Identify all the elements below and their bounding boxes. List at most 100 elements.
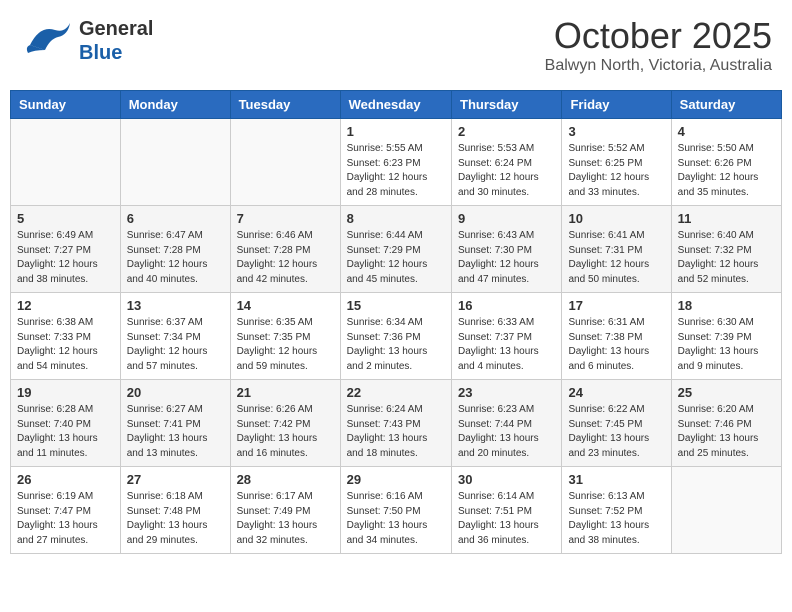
day-info: Sunrise: 5:55 AM Sunset: 6:23 PM Dayligh… — [347, 142, 445, 200]
calendar-header-row: SundayMondayTuesdayWednesdayThursdayFrid… — [11, 91, 782, 119]
calendar-cell: 18 Sunrise: 6:30 AM Sunset: 7:39 PM Dayli… — [671, 293, 781, 380]
calendar-cell: 11Sunrise: 6:40 AM Sunset: 7:32 PM Dayli… — [671, 206, 781, 293]
day-info: Sunrise: 6:17 AM Sunset: 7:49 PM Dayligh… — [237, 490, 334, 548]
calendar-cell: 26 Sunrise: 6:19 AM Sunset: 7:47 PM Dayli… — [11, 467, 121, 554]
day-number: 11 — [678, 211, 775, 226]
day-number: 20 — [127, 385, 224, 400]
day-info: Sunrise: 6:43 AM Sunset: 7:30 PM Dayligh… — [458, 229, 555, 287]
logo: General Blue — [20, 15, 153, 67]
day-number: 13 — [127, 298, 224, 313]
day-number: 19 — [17, 385, 114, 400]
calendar-cell: 6 Sunrise: 6:47 AM Sunset: 7:28 PM Daylig… — [120, 206, 230, 293]
calendar-week-row: 5 Sunrise: 6:49 AM Sunset: 7:27 PM Daylig… — [11, 206, 782, 293]
calendar-cell: 5 Sunrise: 6:49 AM Sunset: 7:27 PM Daylig… — [11, 206, 121, 293]
calendar-cell — [11, 119, 121, 206]
day-info: Sunrise: 6:16 AM Sunset: 7:50 PM Dayligh… — [347, 490, 445, 548]
calendar-cell — [120, 119, 230, 206]
day-number: 8 — [347, 211, 445, 226]
day-number: 1 — [347, 124, 445, 139]
day-info: Sunrise: 5:53 AM Sunset: 6:24 PM Dayligh… — [458, 142, 555, 200]
day-info: Sunrise: 6:31 AM Sunset: 7:38 PM Dayligh… — [568, 316, 664, 374]
logo-blue: Blue — [79, 42, 122, 64]
page-header: General Blue October 2025 Balwyn North, … — [10, 10, 782, 80]
day-number: 26 — [17, 472, 114, 487]
column-header-friday: Friday — [562, 91, 671, 119]
day-number: 4 — [678, 124, 775, 139]
day-info: Sunrise: 6:24 AM Sunset: 7:43 PM Dayligh… — [347, 403, 445, 461]
calendar-cell — [230, 119, 340, 206]
column-header-saturday: Saturday — [671, 91, 781, 119]
calendar-cell: 8 Sunrise: 6:44 AM Sunset: 7:29 PM Daylig… — [340, 206, 451, 293]
day-number: 27 — [127, 472, 224, 487]
calendar-cell: 9 Sunrise: 6:43 AM Sunset: 7:30 PM Daylig… — [452, 206, 562, 293]
calendar-cell: 21 Sunrise: 6:26 AM Sunset: 7:42 PM Dayli… — [230, 380, 340, 467]
day-info: Sunrise: 6:20 AM Sunset: 7:46 PM Dayligh… — [678, 403, 775, 461]
day-info: Sunrise: 6:41 AM Sunset: 7:31 PM Dayligh… — [568, 229, 664, 287]
calendar-cell: 2 Sunrise: 5:53 AM Sunset: 6:24 PM Daylig… — [452, 119, 562, 206]
day-number: 28 — [237, 472, 334, 487]
column-header-thursday: Thursday — [452, 91, 562, 119]
day-info: Sunrise: 6:38 AM Sunset: 7:33 PM Dayligh… — [17, 316, 114, 374]
day-number: 7 — [237, 211, 334, 226]
calendar-cell: 27 Sunrise: 6:18 AM Sunset: 7:48 PM Dayli… — [120, 467, 230, 554]
day-info: Sunrise: 5:50 AM Sunset: 6:26 PM Dayligh… — [678, 142, 775, 200]
day-info: Sunrise: 6:28 AM Sunset: 7:40 PM Dayligh… — [17, 403, 114, 461]
day-info: Sunrise: 6:33 AM Sunset: 7:37 PM Dayligh… — [458, 316, 555, 374]
column-header-wednesday: Wednesday — [340, 91, 451, 119]
calendar-cell: 19 Sunrise: 6:28 AM Sunset: 7:40 PM Dayli… — [11, 380, 121, 467]
day-number: 14 — [237, 298, 334, 313]
month-title: October 2025 — [545, 15, 772, 57]
day-number: 12 — [17, 298, 114, 313]
day-info: Sunrise: 5:52 AM Sunset: 6:25 PM Dayligh… — [568, 142, 664, 200]
logo-general: General — [79, 18, 153, 40]
location-subtitle: Balwyn North, Victoria, Australia — [545, 57, 772, 75]
day-info: Sunrise: 6:44 AM Sunset: 7:29 PM Dayligh… — [347, 229, 445, 287]
day-number: 3 — [568, 124, 664, 139]
day-number: 16 — [458, 298, 555, 313]
day-number: 10 — [568, 211, 664, 226]
day-number: 5 — [17, 211, 114, 226]
day-info: Sunrise: 6:23 AM Sunset: 7:44 PM Dayligh… — [458, 403, 555, 461]
calendar-week-row: 26 Sunrise: 6:19 AM Sunset: 7:47 PM Dayli… — [11, 467, 782, 554]
day-number: 17 — [568, 298, 664, 313]
day-number: 29 — [347, 472, 445, 487]
day-info: Sunrise: 6:49 AM Sunset: 7:27 PM Dayligh… — [17, 229, 114, 287]
day-number: 18 — [678, 298, 775, 313]
day-number: 6 — [127, 211, 224, 226]
calendar-cell: 1 Sunrise: 5:55 AM Sunset: 6:23 PM Daylig… — [340, 119, 451, 206]
calendar-cell: 3 Sunrise: 5:52 AM Sunset: 6:25 PM Daylig… — [562, 119, 671, 206]
day-info: Sunrise: 6:37 AM Sunset: 7:34 PM Dayligh… — [127, 316, 224, 374]
day-number: 22 — [347, 385, 445, 400]
calendar-cell: 31 Sunrise: 6:13 AM Sunset: 7:52 PM Dayli… — [562, 467, 671, 554]
day-number: 15 — [347, 298, 445, 313]
calendar-cell: 25Sunrise: 6:20 AM Sunset: 7:46 PM Dayli… — [671, 380, 781, 467]
column-header-sunday: Sunday — [11, 91, 121, 119]
day-info: Sunrise: 6:47 AM Sunset: 7:28 PM Dayligh… — [127, 229, 224, 287]
title-block: October 2025 Balwyn North, Victoria, Aus… — [545, 15, 772, 75]
day-info: Sunrise: 6:27 AM Sunset: 7:41 PM Dayligh… — [127, 403, 224, 461]
day-info: Sunrise: 6:34 AM Sunset: 7:36 PM Dayligh… — [347, 316, 445, 374]
calendar-cell: 12 Sunrise: 6:38 AM Sunset: 7:33 PM Dayli… — [11, 293, 121, 380]
day-number: 21 — [237, 385, 334, 400]
calendar-cell: 14 Sunrise: 6:35 AM Sunset: 7:35 PM Dayli… — [230, 293, 340, 380]
calendar-table: SundayMondayTuesdayWednesdayThursdayFrid… — [10, 90, 782, 554]
calendar-cell: 10 Sunrise: 6:41 AM Sunset: 7:31 PM Dayli… — [562, 206, 671, 293]
calendar-week-row: 1 Sunrise: 5:55 AM Sunset: 6:23 PM Daylig… — [11, 119, 782, 206]
calendar-cell: 16 Sunrise: 6:33 AM Sunset: 7:37 PM Dayli… — [452, 293, 562, 380]
calendar-cell: 20 Sunrise: 6:27 AM Sunset: 7:41 PM Dayli… — [120, 380, 230, 467]
calendar-cell: 23 Sunrise: 6:23 AM Sunset: 7:44 PM Dayli… — [452, 380, 562, 467]
calendar-cell: 29 Sunrise: 6:16 AM Sunset: 7:50 PM Dayli… — [340, 467, 451, 554]
day-info: Sunrise: 6:19 AM Sunset: 7:47 PM Dayligh… — [17, 490, 114, 548]
day-number: 31 — [568, 472, 664, 487]
day-number: 2 — [458, 124, 555, 139]
day-info: Sunrise: 6:13 AM Sunset: 7:52 PM Dayligh… — [568, 490, 664, 548]
day-info: Sunrise: 6:18 AM Sunset: 7:48 PM Dayligh… — [127, 490, 224, 548]
day-number: 30 — [458, 472, 555, 487]
day-number: 9 — [458, 211, 555, 226]
calendar-week-row: 19 Sunrise: 6:28 AM Sunset: 7:40 PM Dayli… — [11, 380, 782, 467]
day-number: 23 — [458, 385, 555, 400]
day-info: Sunrise: 6:30 AM Sunset: 7:39 PM Dayligh… — [678, 316, 775, 374]
day-info: Sunrise: 6:35 AM Sunset: 7:35 PM Dayligh… — [237, 316, 334, 374]
calendar-week-row: 12 Sunrise: 6:38 AM Sunset: 7:33 PM Dayli… — [11, 293, 782, 380]
day-info: Sunrise: 6:26 AM Sunset: 7:42 PM Dayligh… — [237, 403, 334, 461]
